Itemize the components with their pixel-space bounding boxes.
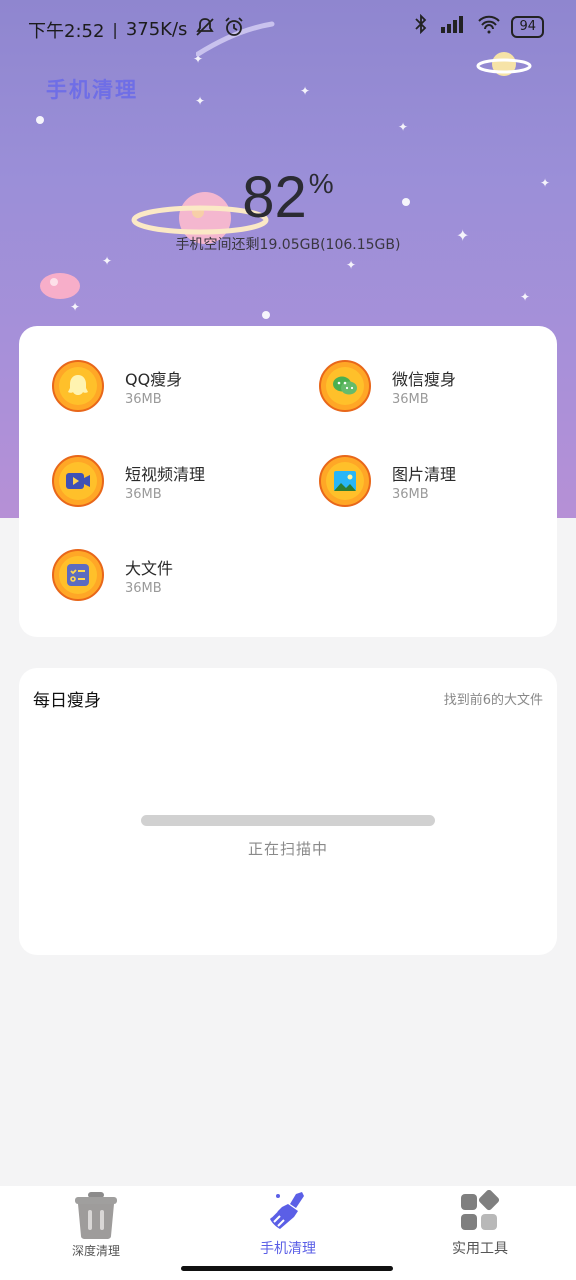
- daily-hint: 找到前6的大文件: [443, 693, 543, 708]
- storage-remaining: 手机空间还剩19.05GB(106.15GB): [175, 237, 401, 253]
- bluetooth-icon: [413, 13, 429, 39]
- tool-image-clean[interactable]: 图片清理 36MB: [319, 455, 456, 507]
- home-indicator[interactable]: [181, 1266, 393, 1271]
- star-icon: ✦: [520, 290, 531, 304]
- tool-size: 36MB: [125, 391, 162, 407]
- star-icon: ✦: [346, 258, 357, 272]
- image-icon: [326, 462, 364, 500]
- star-icon: ✦: [102, 254, 113, 268]
- wifi-icon: [477, 14, 501, 39]
- alarm-icon: [223, 16, 245, 43]
- tool-large-files[interactable]: 大文件 36MB: [52, 549, 173, 601]
- daily-slim-card: 每日瘦身 找到前6的大文件 正在扫描中: [19, 668, 557, 955]
- tab-label: 实用工具: [452, 1241, 508, 1257]
- star-icon: ✦: [300, 84, 311, 98]
- tool-badge: [52, 360, 104, 412]
- qq-icon: [59, 367, 97, 405]
- file-icon: [59, 556, 97, 594]
- signal-icon: [439, 14, 467, 39]
- tool-badge: [319, 455, 371, 507]
- star-icon: ✦: [195, 94, 206, 108]
- tab-phone-clean[interactable]: 手机清理: [218, 1190, 358, 1258]
- tab-label: 深度清理: [71, 1244, 120, 1258]
- grid-icon: [461, 1189, 500, 1230]
- tool-wechat-slim[interactable]: 微信瘦身 36MB: [319, 360, 456, 412]
- broom-icon: [270, 1192, 304, 1229]
- percent-sign: %: [308, 168, 334, 199]
- tool-name: QQ瘦身: [125, 369, 183, 389]
- tool-name: 大文件: [125, 558, 174, 578]
- tool-badge: [319, 360, 371, 412]
- tool-badge: [52, 455, 104, 507]
- wechat-icon: [326, 367, 364, 405]
- star-icon: ✦: [70, 300, 81, 314]
- battery-indicator: 94: [511, 15, 544, 38]
- tool-name: 微信瘦身: [392, 369, 457, 389]
- tab-deep-clean[interactable]: 深度清理: [26, 1190, 166, 1259]
- tool-size: 36MB: [392, 391, 429, 407]
- video-icon: [59, 462, 97, 500]
- tool-size: 36MB: [392, 486, 429, 502]
- scan-status: 正在扫描中: [247, 840, 328, 858]
- app-title: 手机清理: [46, 78, 138, 102]
- mute-bell-icon: [195, 17, 215, 42]
- tool-size: 36MB: [125, 580, 162, 596]
- daily-title: 每日瘦身: [33, 691, 101, 711]
- tool-name: 短视频清理: [125, 464, 206, 484]
- tool-badge: [52, 549, 104, 601]
- clock: 下午2:52: [28, 20, 105, 42]
- percent-value: 82: [242, 165, 307, 230]
- tab-utilities[interactable]: 实用工具: [410, 1189, 550, 1258]
- status-bar: 下午2:52 | 375K/s 94: [0, 0, 576, 56]
- star-dot: [262, 311, 270, 319]
- trash-icon: [75, 1192, 117, 1239]
- tool-qq-slim[interactable]: QQ瘦身 36MB: [52, 360, 182, 412]
- star-icon: ✦: [398, 120, 409, 134]
- star-dot: [36, 116, 44, 124]
- pink-planet-icon: [40, 273, 80, 299]
- network-speed: 375K/s: [125, 19, 188, 40]
- tool-size: 36MB: [125, 486, 162, 502]
- tab-label: 手机清理: [260, 1241, 316, 1257]
- cleanup-tools-card: QQ瘦身 36MB 微信瘦身 36MB 短视频清理 36MB 图片清理 36MB 大文件…: [19, 326, 557, 637]
- tool-short-video-clean[interactable]: 短视频清理 36MB: [52, 455, 205, 507]
- scan-progress-bar: [141, 815, 435, 826]
- tool-name: 图片清理: [392, 464, 457, 484]
- storage-percent: 82%: [0, 164, 576, 231]
